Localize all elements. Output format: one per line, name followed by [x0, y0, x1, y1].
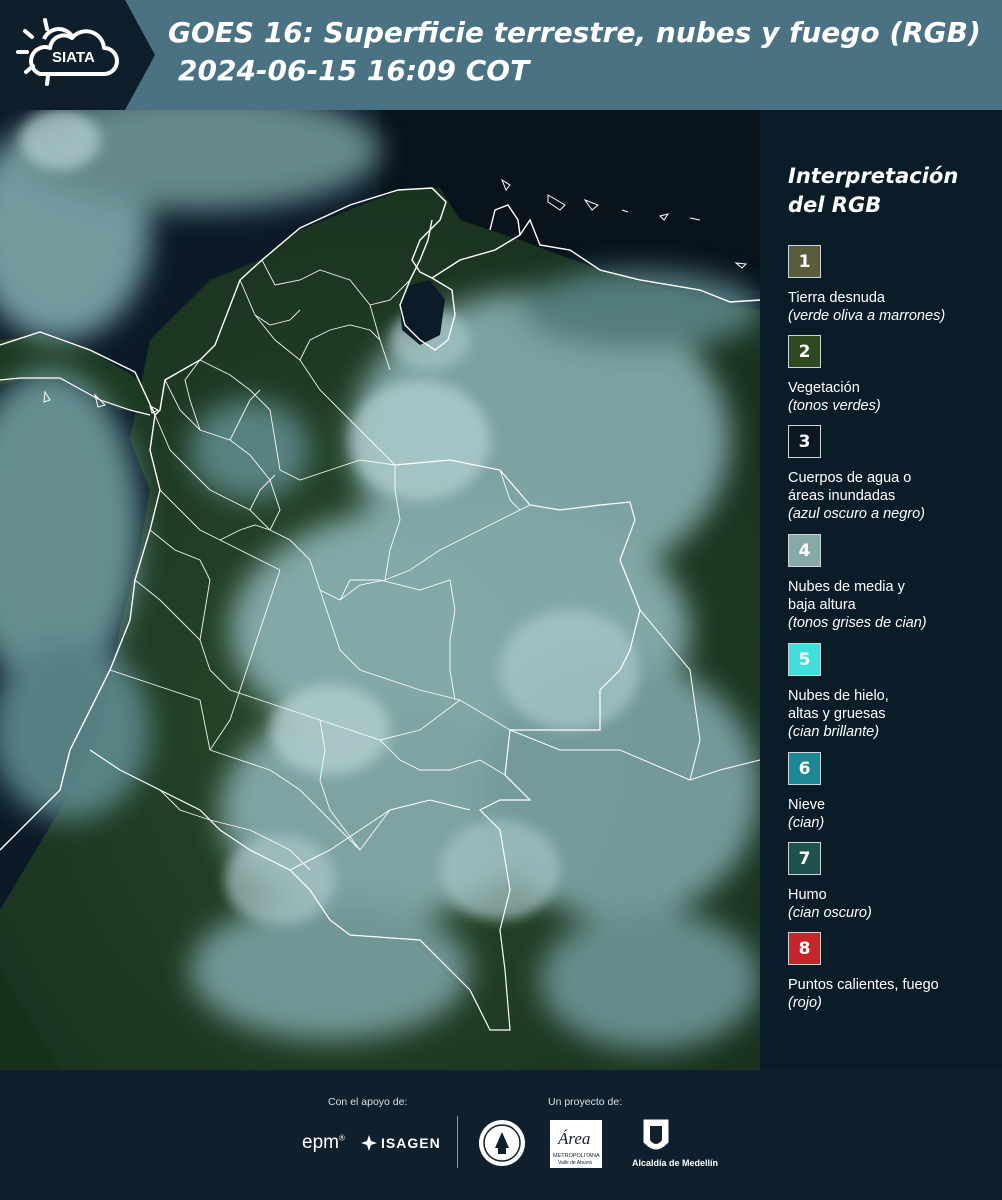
title-block: GOES 16: Superficie terrestre, nubes y f…: [168, 14, 998, 90]
legend-item-vegetation: 2 Vegetación (tonos verdes): [788, 335, 1002, 415]
alcaldia-logo-text: Alcaldía de Medellín: [632, 1158, 719, 1168]
legend-label-line: altas y gruesas: [788, 706, 886, 722]
area-metropolitana-logo: Área METROPOLITANA Valle de Aburrá: [550, 1120, 602, 1168]
legend-note: (tonos grises de cian): [788, 615, 927, 631]
page-timestamp: 2024-06-15 16:09 COT: [178, 54, 530, 87]
legend-swatch: 3: [788, 425, 821, 458]
footer: Con el apoyo de: Un proyecto de: epm® IS…: [0, 1070, 1002, 1200]
epm-logo: epm®: [302, 1132, 345, 1153]
legend-swatch: 5: [788, 643, 821, 676]
epm-logo-text: epm: [302, 1132, 339, 1153]
satellite-image: [0, 110, 760, 1070]
support-caption: Con el apoyo de:: [328, 1096, 408, 1108]
legend-swatch: 4: [788, 534, 821, 567]
legend-label: Nubes de hielo, altas y gruesas: [788, 687, 1002, 723]
legend-number: 1: [798, 251, 811, 272]
legend-label: Puntos calientes, fuego: [788, 977, 939, 993]
legend-item-bare-soil: 1 Tierra desnuda (verde oliva a marrones…: [788, 245, 1002, 325]
legend-swatch: 7: [788, 842, 821, 875]
legend-swatch: 6: [788, 752, 821, 785]
legend-number: 3: [798, 431, 811, 452]
svg-text:METROPOLITANA: METROPOLITANA: [553, 1153, 600, 1159]
legend-item-smoke: 7 Humo (cian oscuro): [788, 842, 1002, 922]
legend-number: 5: [798, 649, 811, 670]
isagen-icon: [361, 1135, 377, 1151]
legend-note: (cian oscuro): [788, 905, 872, 921]
legend-note: (cian): [788, 815, 825, 831]
isagen-logo-text: ISAGEN: [381, 1135, 441, 1151]
legend-number: 8: [798, 938, 811, 959]
isagen-logo: ISAGEN: [360, 1134, 441, 1152]
siata-logo: SIATA: [0, 0, 155, 110]
svg-text:Área: Área: [557, 1129, 590, 1148]
legend-number: 7: [798, 848, 811, 869]
legend-label-line: Nubes de media y: [788, 579, 905, 595]
legend-label-line: áreas inundadas: [788, 488, 896, 504]
footer-divider: [457, 1116, 458, 1168]
legend-label: Tierra desnuda: [788, 290, 885, 306]
legend-title: Interpretación del RGB: [788, 164, 959, 217]
header-bar: SIATA GOES 16: Superficie terrestre, nub…: [0, 0, 1002, 110]
legend-note: (verde oliva a marrones): [788, 308, 946, 324]
legend-swatch: 2: [788, 335, 821, 368]
legend-item-fire: 8 Puntos calientes, fuego (rojo): [788, 932, 1002, 1012]
satellite-map: [0, 110, 760, 1070]
legend-number: 6: [798, 758, 811, 779]
legend-label: Nubes de media y baja altura: [788, 578, 1002, 614]
legend-item-snow: 6 Nieve (cian): [788, 752, 1002, 832]
legend-number: 2: [798, 341, 811, 362]
legend-number: 4: [798, 540, 811, 561]
legend-panel: Interpretación del RGB 1 Tierra desnuda …: [760, 110, 1002, 1070]
legend-note: (cian brillante): [788, 724, 880, 740]
legend-label: Humo: [788, 887, 827, 903]
siata-logo-graphic: SIATA: [0, 0, 155, 110]
legend-item-ice-clouds: 5 Nubes de hielo, altas y gruesas (cian …: [788, 643, 1002, 741]
page: SIATA GOES 16: Superficie terrestre, nub…: [0, 0, 1002, 1200]
legend-swatch: 8: [788, 932, 821, 965]
page-title: GOES 16: Superficie terrestre, nubes y f…: [168, 16, 981, 49]
svg-text:SIATA: SIATA: [52, 49, 95, 66]
legend-label: Cuerpos de agua o áreas inundadas: [788, 469, 1002, 505]
project-caption: Un proyecto de:: [548, 1096, 623, 1108]
legend-note: (azul oscuro a negro): [788, 506, 926, 522]
legend-note: (tonos verdes): [788, 398, 881, 414]
legend-label: Vegetación: [788, 380, 860, 396]
legend-note: (rojo): [788, 995, 822, 1011]
legend-item-low-clouds: 4 Nubes de media y baja altura (tonos gr…: [788, 534, 1002, 632]
alcaldia-shield-icon: [643, 1119, 669, 1150]
legend-label-line: Nubes de hielo,: [788, 688, 889, 704]
medellin-seal-icon: [479, 1120, 525, 1166]
legend-label-line: Cuerpos de agua o: [788, 470, 912, 486]
svg-text:Valle de Aburrá: Valle de Aburrá: [558, 1160, 592, 1166]
legend-label-line: baja altura: [788, 597, 856, 613]
legend-swatch: 1: [788, 245, 821, 278]
legend-label: Nieve: [788, 797, 826, 813]
legend-item-water: 3 Cuerpos de agua o áreas inundadas (azu…: [788, 425, 1002, 523]
